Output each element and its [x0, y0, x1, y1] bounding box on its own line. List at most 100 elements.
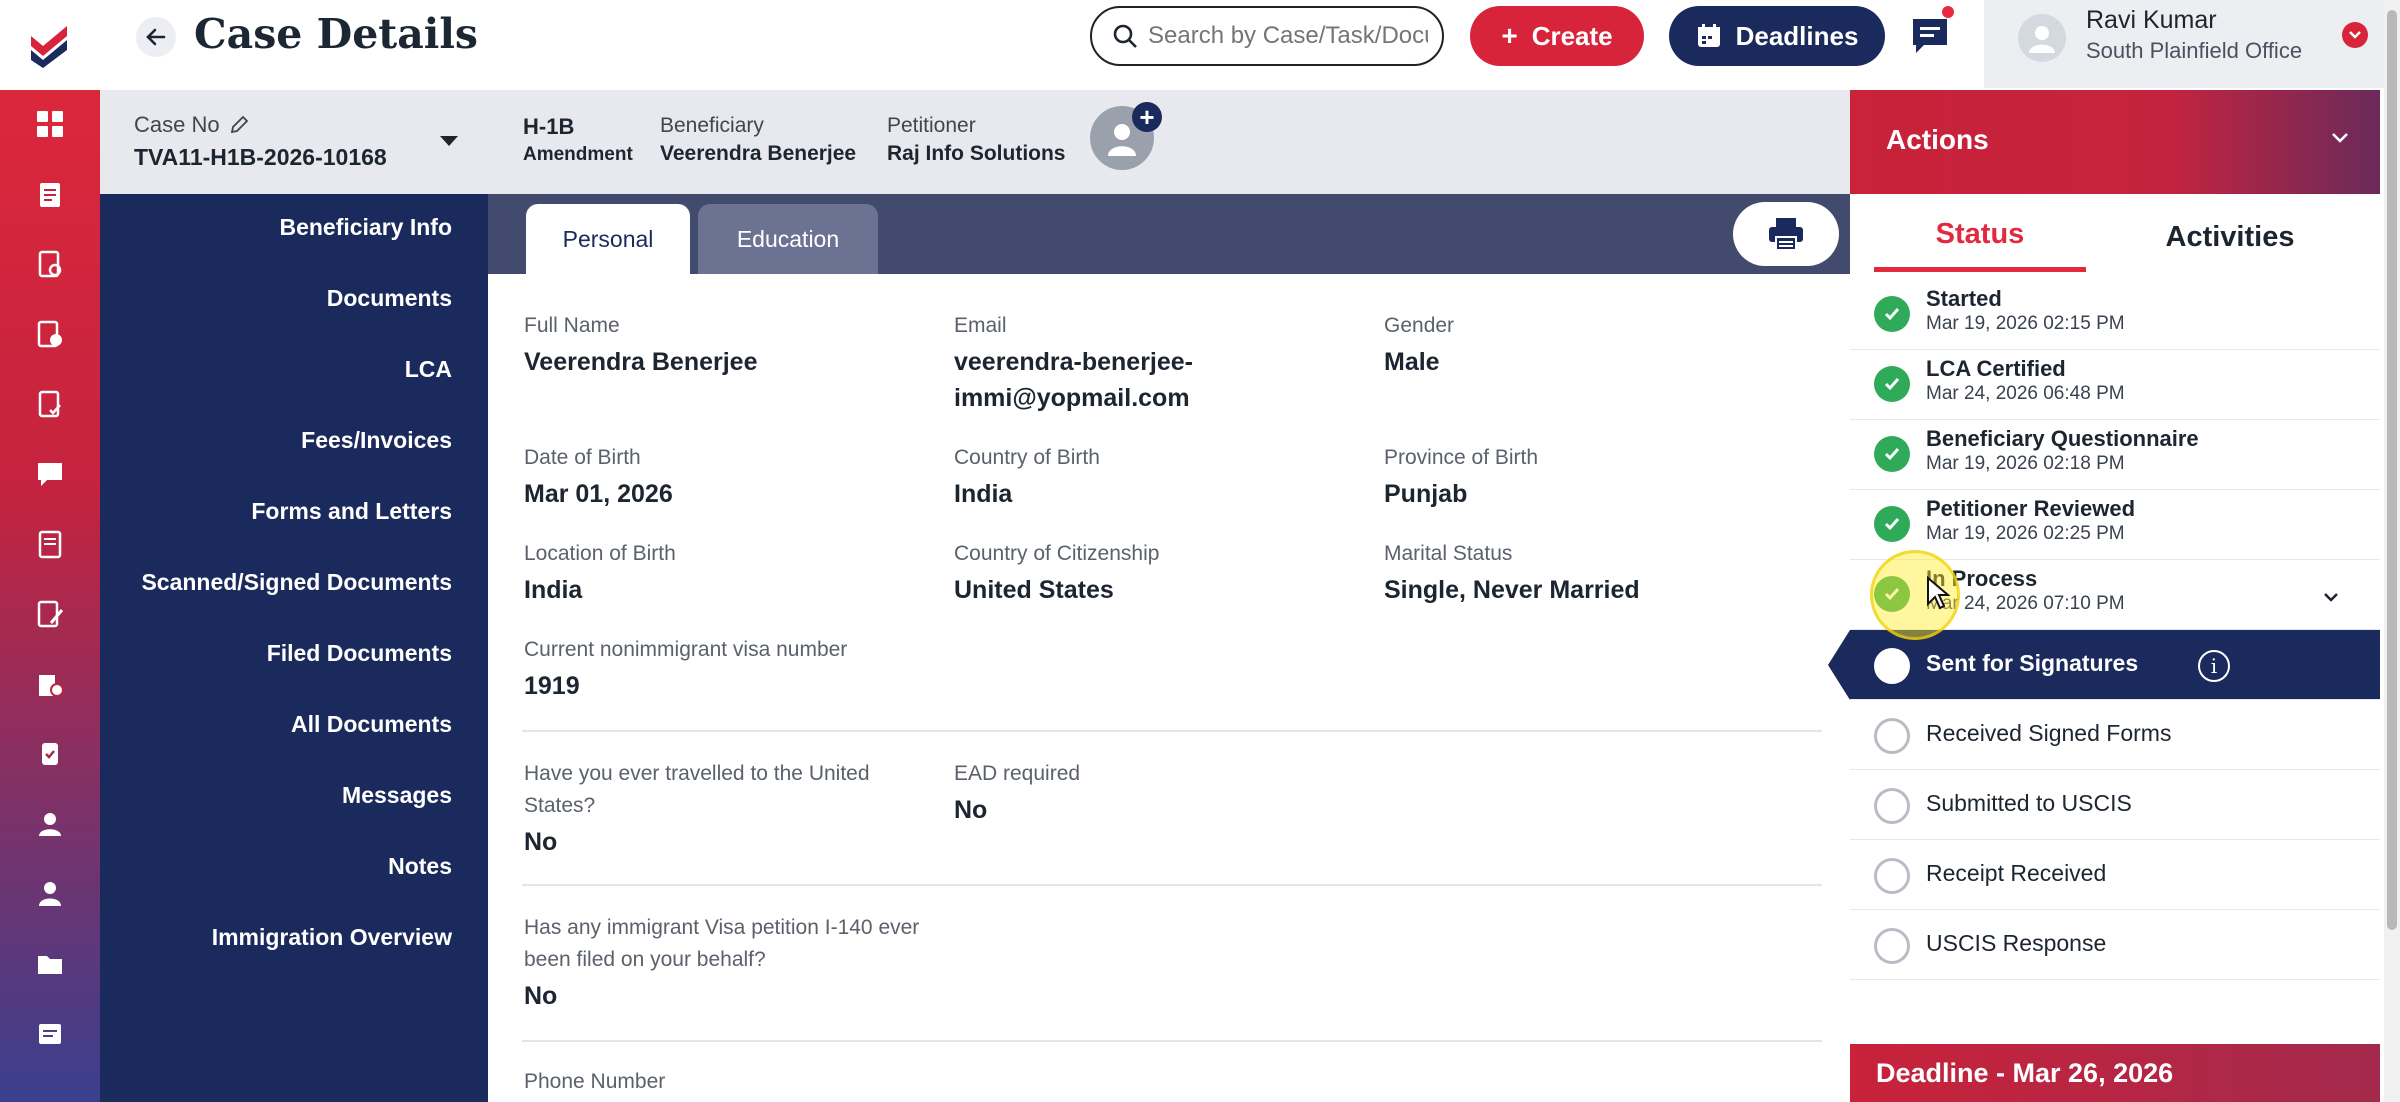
tab-personal[interactable]: Personal [526, 204, 690, 274]
nav-item-all-documents[interactable]: All Documents [291, 711, 452, 738]
mouse-pointer-icon [1927, 576, 1950, 610]
chat-icon [1913, 19, 1947, 53]
field-full-name: Full Name Veerendra Benerjee [524, 310, 757, 380]
case-no-label-row: Case No [134, 112, 250, 138]
marital-status-label: Marital Status [1384, 542, 1513, 565]
empty-circle-icon [1874, 718, 1910, 754]
citizenship-value: United States [954, 576, 1114, 604]
visa-subtype: Amendment [523, 144, 633, 165]
case-dropdown-caret-icon[interactable] [440, 136, 458, 146]
print-button[interactable] [1733, 202, 1839, 266]
nav-item-scanned-signed[interactable]: Scanned/Signed Documents [141, 569, 452, 596]
document-search-icon[interactable] [28, 242, 72, 286]
nav-item-lca[interactable]: LCA [405, 356, 452, 383]
status-date: Mar 24, 2026 06:48 PM [1926, 383, 2125, 404]
full-name-value: Veerendra Benerjee [524, 348, 758, 376]
clipboard-icon[interactable] [28, 172, 72, 216]
status-date: Mar 19, 2026 02:15 PM [1926, 313, 2125, 334]
field-location-birth: Location of Birth India [524, 538, 676, 608]
nav-item-documents[interactable]: Documents [327, 285, 452, 312]
full-name-label: Full Name [524, 314, 620, 337]
scrollbar-thumb[interactable] [2387, 10, 2397, 930]
pencil-icon[interactable] [228, 114, 250, 136]
province-birth-value: Punjab [1384, 480, 1468, 508]
team-icon[interactable] [28, 872, 72, 916]
tab-status[interactable]: Status [1874, 202, 2086, 272]
country-birth-value: India [954, 480, 1013, 508]
actions-header[interactable]: Actions [1850, 90, 2380, 194]
search-icon [1113, 24, 1137, 48]
status-item-lca-certified[interactable]: LCA Certified Mar 24, 2026 06:48 PM [1850, 350, 2380, 420]
search-box[interactable] [1090, 6, 1444, 66]
deadlines-button[interactable]: Deadlines [1669, 6, 1885, 66]
status-item-receipt-received[interactable]: Receipt Received [1850, 840, 2380, 910]
building-check-icon[interactable] [28, 662, 72, 706]
chevron-down-icon[interactable] [2328, 126, 2352, 150]
nav-item-beneficiary-info[interactable]: Beneficiary Info [279, 214, 452, 241]
section-divider [522, 884, 1822, 886]
icon-rail [0, 0, 100, 1102]
status-item-uscis-response[interactable]: USCIS Response [1850, 910, 2380, 980]
visa-type: H-1B [523, 114, 575, 139]
field-marital-status: Marital Status Single, Never Married [1384, 538, 1640, 608]
i140-label-line2: been filed on your behalf? [524, 948, 766, 971]
visa-number-label: Current nonimmigrant visa number [524, 638, 848, 661]
create-button[interactable]: + Create [1470, 6, 1644, 66]
tab-activities[interactable]: Activities [2100, 202, 2360, 272]
info-icon[interactable]: i [2198, 650, 2230, 682]
tab-education[interactable]: Education [698, 204, 878, 274]
field-dob: Date of Birth Mar 01, 2026 [524, 442, 673, 512]
search-input[interactable] [1148, 22, 1428, 50]
citizenship-label: Country of Citizenship [954, 542, 1160, 565]
user-icon[interactable] [28, 802, 72, 846]
status-item-received-signed-forms[interactable]: Received Signed Forms [1850, 700, 2380, 770]
invoice-icon[interactable] [28, 312, 72, 356]
nav-item-forms-letters[interactable]: Forms and Letters [251, 498, 452, 525]
status-item-started[interactable]: Started Mar 19, 2026 02:15 PM [1850, 280, 2380, 350]
status-item-beneficiary-questionnaire[interactable]: Beneficiary Questionnaire Mar 19, 2026 0… [1850, 420, 2380, 490]
message-icon[interactable] [28, 452, 72, 496]
chevron-down-icon[interactable] [2342, 22, 2368, 48]
nav-item-notes[interactable]: Notes [388, 853, 452, 880]
book-icon[interactable] [28, 522, 72, 566]
section-divider [522, 1040, 1822, 1042]
status-item-sent-for-signatures[interactable]: Sent for Signatures i [1828, 630, 2380, 700]
field-country-birth: Country of Birth India [954, 442, 1100, 512]
active-indicator [1828, 630, 1850, 700]
status-item-petitioner-reviewed[interactable]: Petitioner Reviewed Mar 19, 2026 02:25 P… [1850, 490, 2380, 560]
nav-item-immigration-overview[interactable]: Immigration Overview [212, 924, 452, 951]
user-menu[interactable]: Ravi Kumar South Plainfield Office [1984, 0, 2400, 88]
nav-item-messages[interactable]: Messages [342, 782, 452, 809]
back-button[interactable] [136, 17, 176, 57]
app-root: Case Details + Create Deadlines Ravi Kum… [0, 0, 2400, 1102]
ead-label: EAD required [954, 762, 1081, 785]
top-header: Case Details + Create Deadlines Ravi Kum… [100, 0, 2400, 90]
phone-label: Phone Number [524, 1070, 666, 1093]
folder-icon[interactable] [28, 942, 72, 986]
dashboard-icon[interactable] [28, 102, 72, 146]
status-item-submitted-to-uscis[interactable]: Submitted to USCIS [1850, 770, 2380, 840]
calendar-icon [1697, 24, 1720, 47]
nav-item-fees-invoices[interactable]: Fees/Invoices [301, 427, 452, 454]
nav-item-filed-documents[interactable]: Filed Documents [267, 640, 452, 667]
chevron-down-icon[interactable] [2320, 586, 2342, 608]
add-avatar-button[interactable]: + [1132, 102, 1162, 132]
check-circle-icon [1874, 296, 1910, 332]
chat-button[interactable] [1908, 6, 1954, 58]
case-section-nav: Beneficiary Info Documents LCA Fees/Invo… [100, 194, 488, 1102]
petitioner-name: Raj Info Solutions [887, 142, 1066, 165]
page-scrollbar[interactable] [2384, 0, 2400, 1102]
notes-icon[interactable] [28, 1012, 72, 1056]
field-visa-number: Current nonimmigrant visa number 1919 [524, 634, 847, 704]
document-check-icon[interactable] [28, 382, 72, 426]
location-birth-label: Location of Birth [524, 542, 676, 565]
main-content: Personal Education Full Name Veerendra B… [488, 194, 1850, 1102]
task-icon[interactable] [28, 732, 72, 776]
case-number: TVA11-H1B-2026-10168 [134, 144, 387, 170]
edit-document-icon[interactable] [28, 592, 72, 636]
create-button-label: Create [1531, 20, 1613, 51]
beneficiary-name: Veerendra Benerjee [660, 142, 857, 165]
app-logo[interactable] [0, 0, 100, 90]
beneficiary-label: Beneficiary [660, 114, 764, 137]
check-circle-icon [1874, 366, 1910, 402]
